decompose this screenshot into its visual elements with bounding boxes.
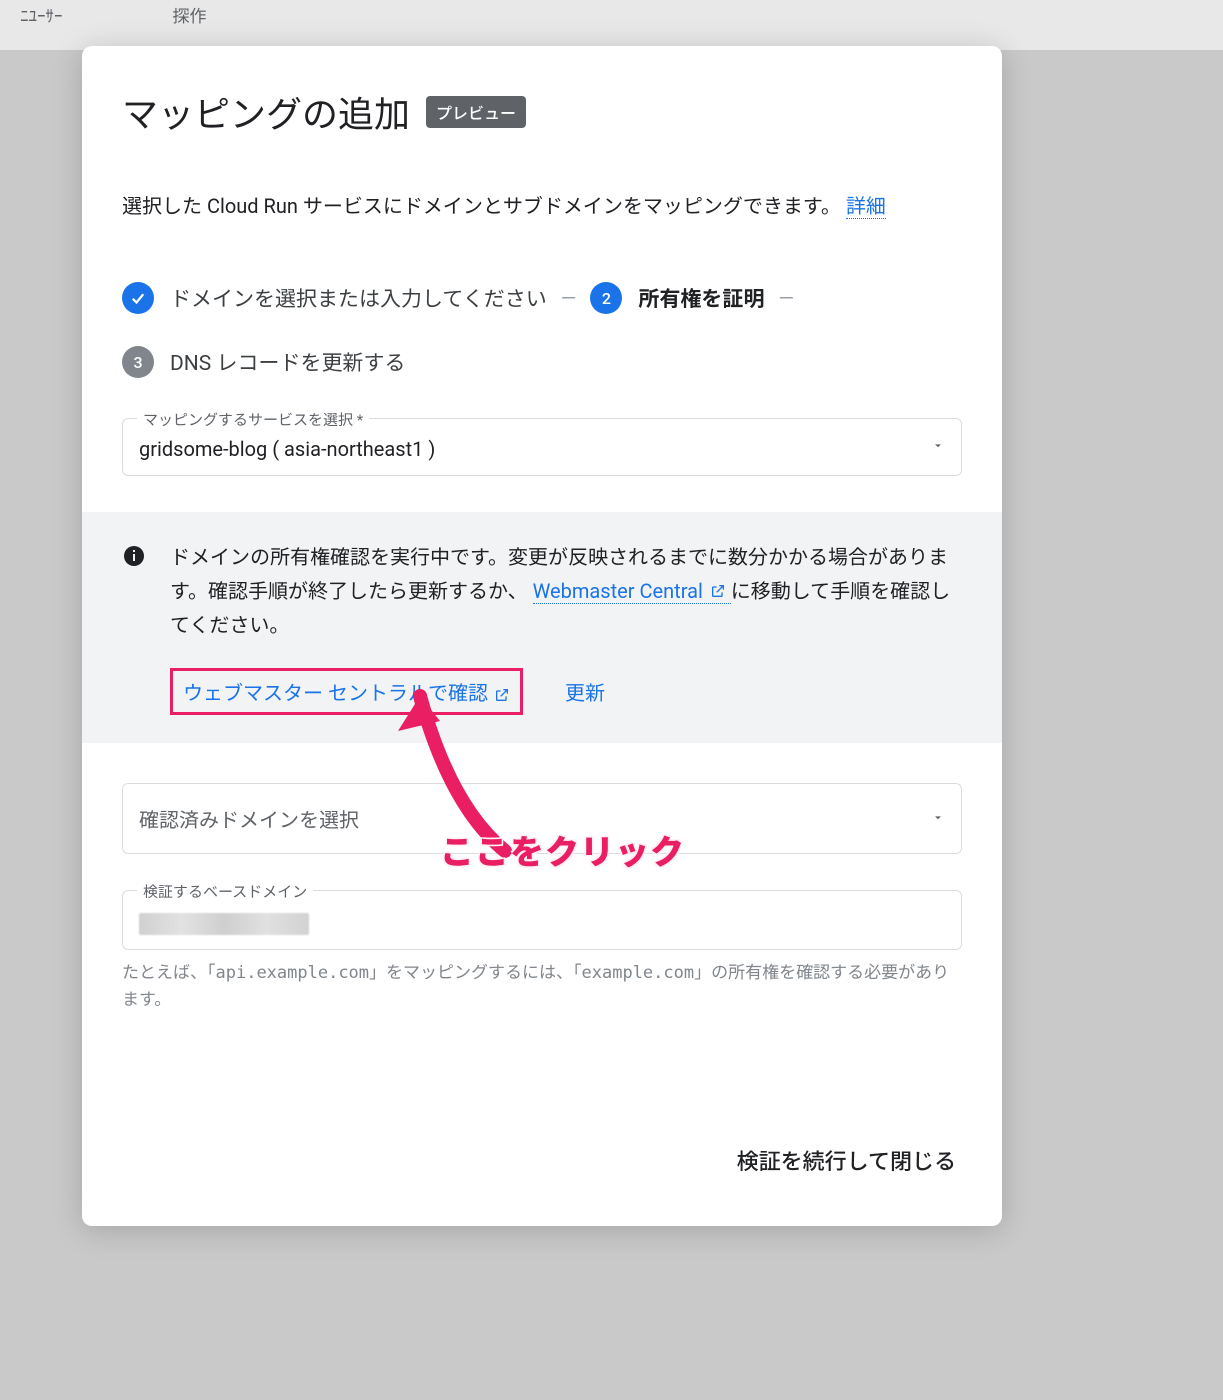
- service-select[interactable]: マッピングするサービスを選択 * gridsome-blog ( asia-no…: [122, 418, 962, 476]
- preview-chip: プレビュー: [426, 96, 526, 128]
- info-text: ドメインの所有権確認を実行中です。変更が反映されるまでに数分かかる場合があります…: [170, 540, 962, 642]
- external-link-icon: [494, 684, 510, 700]
- step-divider-1: —: [561, 286, 577, 310]
- dialog-title: マッピングの追加: [122, 86, 410, 138]
- step-1-label: ドメインを選択または入力してください: [170, 283, 547, 313]
- details-link[interactable]: 詳細: [846, 194, 886, 219]
- confirm-in-webmaster-button[interactable]: ウェブマスター セントラルで確認: [170, 668, 523, 715]
- description-text: 選択した Cloud Run サービスにドメインとサブドメインをマッピングできま…: [122, 194, 846, 218]
- bg-col-user: ﾆﾕｰｻｰ: [20, 2, 63, 27]
- webmaster-central-link[interactable]: Webmaster Central: [533, 579, 731, 604]
- info-banner: ドメインの所有権確認を実行中です。変更が反映されるまでに数分かかる場合があります…: [82, 512, 1002, 743]
- base-domain-value-redacted: [139, 913, 309, 935]
- dialog-footer: 検証を続行して閉じる: [122, 1134, 962, 1186]
- service-select-label: マッピングするサービスを選択 *: [137, 409, 369, 430]
- verified-domain-select[interactable]: 確認済みドメインを選択: [122, 783, 962, 854]
- base-domain-helper: たとえば、「api.example.com」をマッピングするには、「exampl…: [122, 960, 962, 1014]
- background-header: ﾆﾕｰｻｰ 探作: [0, 0, 1223, 50]
- check-icon: [122, 282, 154, 314]
- base-domain-label: 検証するベースドメイン: [137, 881, 313, 902]
- step-2-number: 2: [590, 282, 622, 314]
- step-2: 2 所有権を証明: [590, 282, 764, 314]
- step-3: 3 DNS レコードを更新する: [122, 346, 962, 378]
- step-3-label: DNS レコードを更新する: [170, 347, 405, 377]
- refresh-button[interactable]: 更新: [565, 677, 605, 706]
- dialog-description: 選択した Cloud Run サービスにドメインとサブドメインをマッピングできま…: [122, 190, 962, 222]
- chevron-down-icon: [931, 438, 945, 457]
- continue-and-close-button[interactable]: 検証を続行して閉じる: [731, 1134, 962, 1186]
- add-mapping-dialog: マッピングの追加 プレビュー 選択した Cloud Run サービスにドメインと…: [82, 46, 1002, 1226]
- stepper: ドメインを選択または入力してください — 2 所有権を証明 — 3 DNS レコ…: [122, 282, 962, 378]
- dialog-title-row: マッピングの追加 プレビュー: [122, 86, 962, 138]
- info-icon: [122, 544, 146, 568]
- verified-domain-placeholder: 確認済みドメインを選択: [139, 808, 359, 832]
- step-3-number: 3: [122, 346, 154, 378]
- service-select-value: gridsome-blog ( asia-northeast1 ): [139, 437, 435, 461]
- confirm-button-label: ウェブマスター セントラルで確認: [183, 677, 488, 706]
- base-domain-input[interactable]: 検証するベースドメイン: [122, 890, 962, 950]
- step-1: ドメインを選択または入力してください: [122, 282, 547, 314]
- bg-col-action: 探作: [173, 2, 207, 27]
- step-divider-2: —: [778, 286, 794, 310]
- step-2-label: 所有権を証明: [638, 283, 764, 313]
- chevron-down-icon: [931, 809, 945, 828]
- external-link-icon: [710, 575, 726, 591]
- info-body: ドメインの所有権確認を実行中です。変更が反映されるまでに数分かかる場合があります…: [170, 540, 962, 715]
- info-actions: ウェブマスター セントラルで確認 更新: [170, 668, 962, 715]
- webmaster-link-text: Webmaster Central: [533, 579, 703, 603]
